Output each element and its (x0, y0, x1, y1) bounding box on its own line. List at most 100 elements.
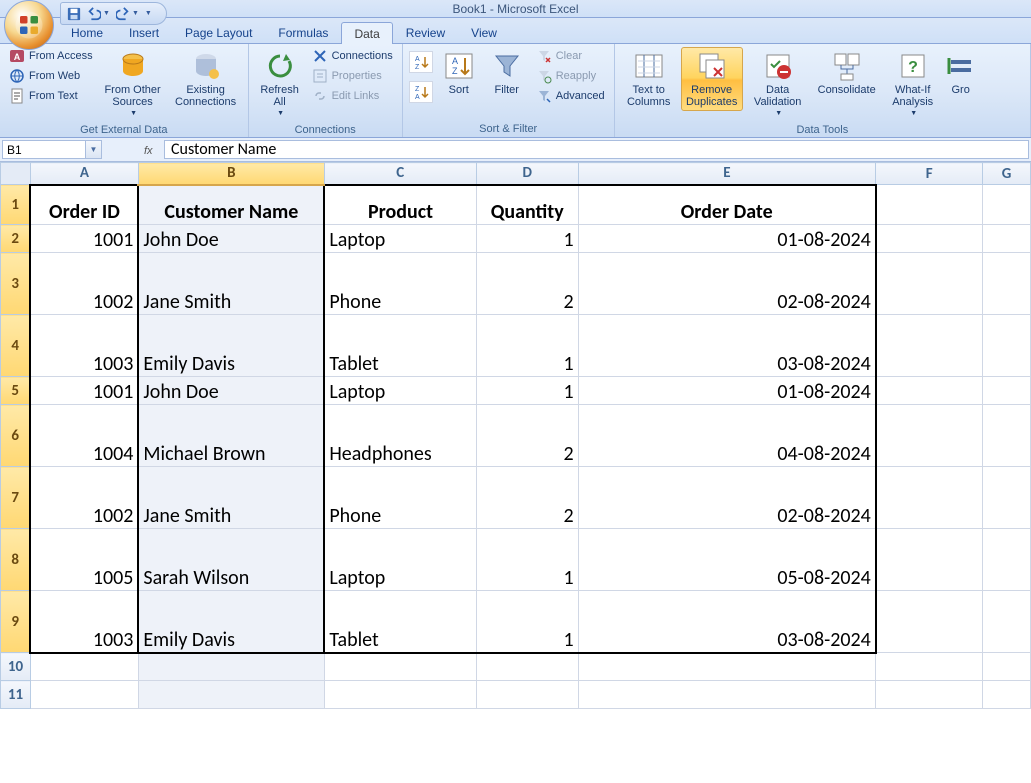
cell-E2[interactable]: 01-08-2024 (578, 225, 876, 253)
cell-F1[interactable] (876, 185, 983, 225)
worksheet-grid[interactable]: ABCDEFG1Order IDCustomer NameProductQuan… (0, 162, 1031, 782)
existing-connections-button[interactable]: Existing Connections (170, 47, 242, 111)
tab-data[interactable]: Data (341, 22, 392, 44)
cell-A3[interactable]: 1002 (30, 253, 138, 315)
row-header-7[interactable]: 7 (1, 467, 31, 529)
column-header-D[interactable]: D (476, 163, 578, 185)
row-header-11[interactable]: 11 (1, 681, 31, 709)
tab-view[interactable]: View (458, 21, 510, 43)
edit-links-button[interactable]: Edit Links (309, 87, 396, 105)
cell-B10[interactable] (138, 653, 324, 681)
column-header-F[interactable]: F (876, 163, 983, 185)
cell-E3[interactable]: 02-08-2024 (578, 253, 876, 315)
cell-C1[interactable]: Product (324, 185, 476, 225)
row-header-6[interactable]: 6 (1, 405, 31, 467)
cell-C2[interactable]: Laptop (324, 225, 476, 253)
undo-button[interactable]: ▼ (87, 7, 110, 21)
cell-B6[interactable]: Michael Brown (138, 405, 324, 467)
cell-F4[interactable] (876, 315, 983, 377)
cell-D10[interactable] (476, 653, 578, 681)
cell-C7[interactable]: Phone (324, 467, 476, 529)
cell-E8[interactable]: 05-08-2024 (578, 529, 876, 591)
data-validation-button[interactable]: Data Validation ▼ (747, 47, 809, 123)
tab-formulas[interactable]: Formulas (265, 21, 341, 43)
save-button[interactable] (67, 7, 81, 21)
cell-A1[interactable]: Order ID (30, 185, 138, 225)
cell-G9[interactable] (983, 591, 1031, 653)
filter-button[interactable]: Filter (485, 47, 529, 99)
sort-desc-button[interactable]: ZA (409, 81, 433, 103)
row-header-2[interactable]: 2 (1, 225, 31, 253)
cell-D4[interactable]: 1 (476, 315, 578, 377)
cell-B1[interactable]: Customer Name (138, 185, 324, 225)
refresh-all-button[interactable]: Refresh All ▼ (255, 47, 305, 123)
cell-B7[interactable]: Jane Smith (138, 467, 324, 529)
column-header-G[interactable]: G (983, 163, 1031, 185)
cell-A6[interactable]: 1004 (30, 405, 138, 467)
cell-D3[interactable]: 2 (476, 253, 578, 315)
qat-customize[interactable]: ▼ (145, 10, 152, 17)
cell-A5[interactable]: 1001 (30, 377, 138, 405)
cell-B9[interactable]: Emily Davis (138, 591, 324, 653)
cell-F10[interactable] (876, 653, 983, 681)
row-header-5[interactable]: 5 (1, 377, 31, 405)
cell-C3[interactable]: Phone (324, 253, 476, 315)
cell-C9[interactable]: Tablet (324, 591, 476, 653)
cell-C11[interactable] (324, 681, 476, 709)
column-header-E[interactable]: E (578, 163, 876, 185)
sort-asc-button[interactable]: AZ (409, 51, 433, 73)
clear-filter-button[interactable]: Clear (533, 47, 608, 65)
cell-A11[interactable] (30, 681, 138, 709)
what-if-button[interactable]: ? What-If Analysis ▼ (885, 47, 941, 123)
row-header-1[interactable]: 1 (1, 185, 31, 225)
cell-A2[interactable]: 1001 (30, 225, 138, 253)
cell-A8[interactable]: 1005 (30, 529, 138, 591)
select-all-corner[interactable] (1, 163, 31, 185)
formula-input[interactable]: Customer Name (164, 140, 1029, 159)
cell-F2[interactable] (876, 225, 983, 253)
row-header-4[interactable]: 4 (1, 315, 31, 377)
from-other-sources-button[interactable]: From Other Sources ▼ (100, 47, 166, 123)
cell-D11[interactable] (476, 681, 578, 709)
cell-E7[interactable]: 02-08-2024 (578, 467, 876, 529)
cell-C6[interactable]: Headphones (324, 405, 476, 467)
cell-C4[interactable]: Tablet (324, 315, 476, 377)
cell-A4[interactable]: 1003 (30, 315, 138, 377)
row-header-8[interactable]: 8 (1, 529, 31, 591)
cell-F9[interactable] (876, 591, 983, 653)
chevron-down-icon[interactable]: ▼ (85, 141, 101, 158)
cell-E6[interactable]: 04-08-2024 (578, 405, 876, 467)
cell-F3[interactable] (876, 253, 983, 315)
connections-button[interactable]: Connections (309, 47, 396, 65)
cell-B8[interactable]: Sarah Wilson (138, 529, 324, 591)
name-box[interactable]: B1 ▼ (2, 140, 102, 159)
sort-button[interactable]: AZ Sort (437, 47, 481, 99)
row-header-10[interactable]: 10 (1, 653, 31, 681)
cell-D8[interactable]: 1 (476, 529, 578, 591)
consolidate-button[interactable]: Consolidate (813, 47, 881, 99)
cell-D1[interactable]: Quantity (476, 185, 578, 225)
cell-E10[interactable] (578, 653, 876, 681)
cell-F7[interactable] (876, 467, 983, 529)
cell-E11[interactable] (578, 681, 876, 709)
tab-review[interactable]: Review (393, 21, 458, 43)
cell-D5[interactable]: 1 (476, 377, 578, 405)
cell-G6[interactable] (983, 405, 1031, 467)
cell-E5[interactable]: 01-08-2024 (578, 377, 876, 405)
redo-button[interactable]: ▼ (116, 7, 139, 21)
chevron-down-icon[interactable]: ▼ (103, 10, 110, 17)
cell-F8[interactable] (876, 529, 983, 591)
cell-G5[interactable] (983, 377, 1031, 405)
cell-B2[interactable]: John Doe (138, 225, 324, 253)
cell-B5[interactable]: John Doe (138, 377, 324, 405)
row-header-3[interactable]: 3 (1, 253, 31, 315)
cell-F6[interactable] (876, 405, 983, 467)
cell-B3[interactable]: Jane Smith (138, 253, 324, 315)
cell-B11[interactable] (138, 681, 324, 709)
cell-G2[interactable] (983, 225, 1031, 253)
cell-G10[interactable] (983, 653, 1031, 681)
cell-A9[interactable]: 1003 (30, 591, 138, 653)
cell-E1[interactable]: Order Date (578, 185, 876, 225)
group-button[interactable]: Gro (945, 47, 977, 99)
fx-icon[interactable]: fx (142, 142, 158, 158)
